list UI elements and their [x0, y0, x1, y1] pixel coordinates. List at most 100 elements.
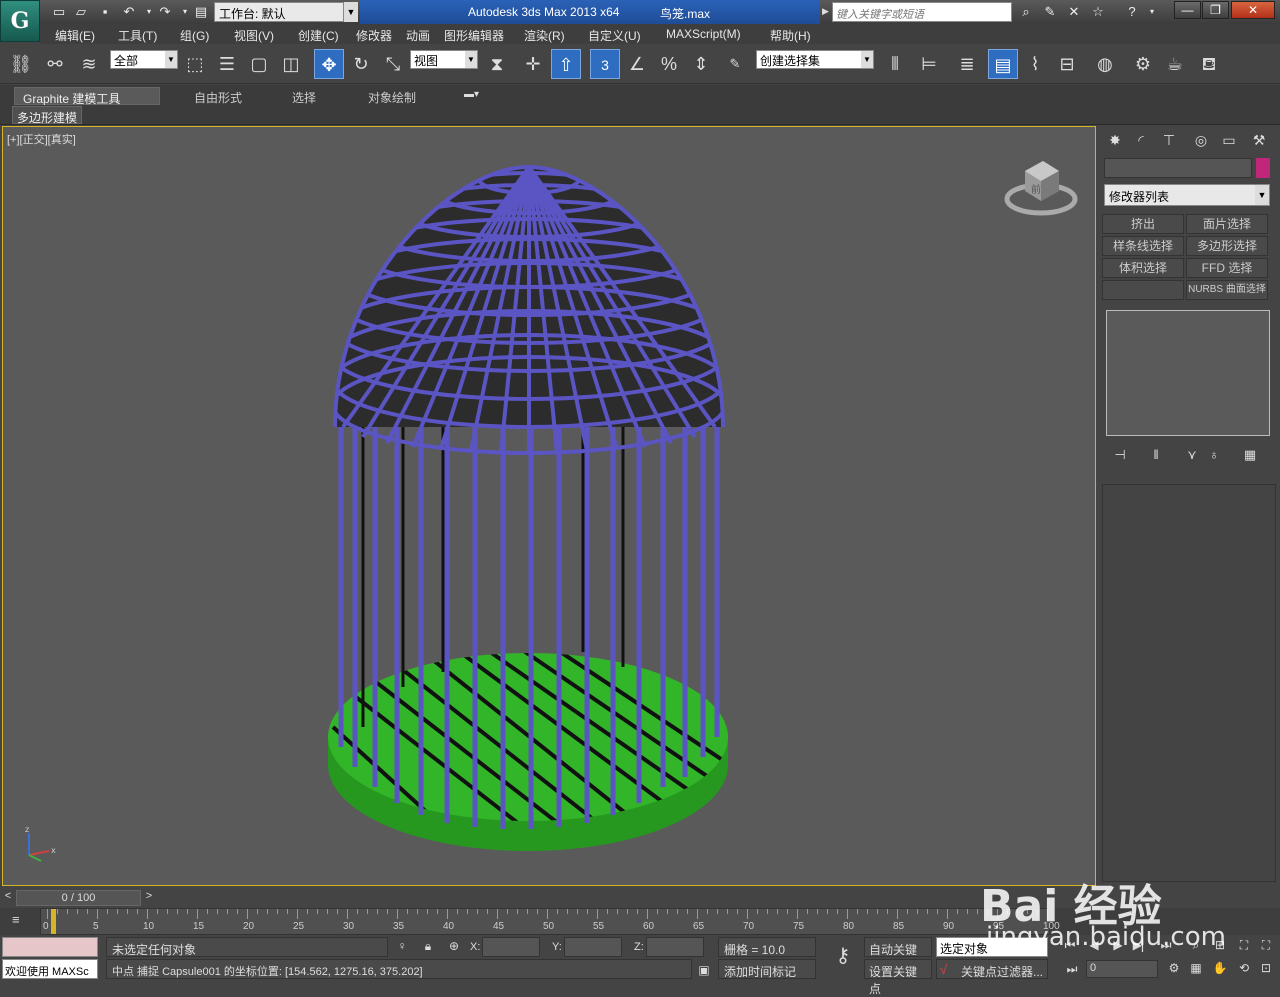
curve-editor-icon[interactable]: ⌇: [1020, 49, 1050, 79]
select-and-rotate-icon[interactable]: ↻: [346, 49, 376, 79]
modifier-stack[interactable]: [1106, 310, 1270, 436]
app-logo-button[interactable]: G: [0, 0, 40, 42]
undo-icon[interactable]: ↶: [120, 3, 138, 21]
align-icon[interactable]: ⊨: [914, 49, 944, 79]
auto-key-button[interactable]: 自动关键点: [864, 937, 932, 974]
menu-rendering[interactable]: 渲染(R): [524, 27, 565, 44]
play-icon[interactable]: ▶: [1108, 938, 1128, 956]
select-and-move-icon[interactable]: ✥: [314, 49, 344, 79]
bind-space-warp-icon[interactable]: ≋: [74, 49, 104, 79]
zoom-all-icon[interactable]: ⊞: [1210, 938, 1230, 956]
extrude-button[interactable]: 挤出: [1102, 214, 1184, 234]
menu-modifiers[interactable]: 修改器: [356, 27, 392, 44]
menu-customize[interactable]: 自定义(U): [588, 27, 641, 44]
display-tab-icon[interactable]: ▭: [1216, 129, 1242, 151]
percent-snap-icon[interactable]: %: [654, 49, 684, 79]
tab-selection[interactable]: 选择: [284, 87, 324, 105]
selection-filter-dropdown[interactable]: 全部 ▼: [110, 50, 178, 69]
minimize-button[interactable]: —: [1174, 1, 1201, 19]
time-slider-prev-icon[interactable]: <: [2, 890, 14, 906]
tab-graphite-modeling[interactable]: Graphite 建模工具: [14, 87, 160, 106]
configure-sets-icon[interactable]: ▦: [1240, 446, 1260, 464]
remove-modifier-icon[interactable]: ♁: [1204, 446, 1224, 464]
poly-select-button[interactable]: 多边形选择: [1186, 236, 1268, 256]
absolute-mode-icon[interactable]: ⊕: [446, 939, 462, 955]
workspace-dropdown[interactable]: 工作台: 默认: [214, 2, 344, 22]
show-end-result-icon[interactable]: ‖: [1146, 446, 1166, 464]
y-coordinate-input[interactable]: [564, 937, 622, 957]
snaps-toggle-icon[interactable]: 3: [590, 49, 620, 79]
communication-icon[interactable]: ✕: [1064, 3, 1084, 21]
orbit-icon[interactable]: ⟲: [1234, 961, 1254, 979]
help-dropdown-icon[interactable]: ▾: [1142, 3, 1162, 21]
go-to-end-icon[interactable]: ⏭: [1156, 938, 1176, 956]
ffd-select-button[interactable]: FFD 选择: [1186, 258, 1268, 278]
nurbs-surface-select-button[interactable]: NURBS 曲面选择: [1186, 280, 1268, 300]
set-key-button[interactable]: 设置关键点: [864, 959, 932, 996]
binoculars-icon[interactable]: ⌕: [1016, 3, 1036, 21]
tab-freeform[interactable]: 自由形式: [186, 87, 250, 105]
modifier-list-dropdown[interactable]: 修改器列表 ▼: [1104, 184, 1270, 206]
redo-icon[interactable]: ↷: [156, 3, 174, 21]
render-setup-icon[interactable]: ⚙: [1128, 49, 1158, 79]
rectangular-selection-icon[interactable]: ▢: [244, 49, 274, 79]
select-object-icon[interactable]: ⬚: [180, 49, 210, 79]
time-slider-next-icon[interactable]: >: [143, 890, 155, 906]
mirror-icon[interactable]: ⫴: [880, 49, 910, 79]
new-file-icon[interactable]: ▭: [50, 3, 68, 21]
pan-view-icon[interactable]: ✋: [1210, 961, 1230, 979]
favorites-star-icon[interactable]: ☆: [1088, 3, 1108, 21]
pin-stack-icon[interactable]: ⊣: [1110, 446, 1130, 464]
layer-manager-icon[interactable]: ≣: [952, 49, 982, 79]
selection-lock-icon[interactable]: 🔒︎: [420, 939, 436, 955]
hierarchy-tab-icon[interactable]: ⊤: [1156, 129, 1182, 151]
open-file-icon[interactable]: ▱: [72, 3, 90, 21]
set-key-icon[interactable]: ⚷: [826, 943, 860, 973]
save-icon[interactable]: ▪: [96, 3, 114, 21]
empty-modifier-button[interactable]: [1102, 280, 1184, 300]
zoom-icon[interactable]: ⌕: [1186, 938, 1206, 956]
maxscript-listener-mini[interactable]: [2, 937, 98, 957]
key-filters-button[interactable]: 关键点过滤器...: [936, 959, 1048, 979]
current-frame-marker[interactable]: [51, 909, 56, 934]
next-frame-icon[interactable]: ▶▏: [1132, 938, 1152, 956]
zoom-extents-icon[interactable]: ⛶: [1234, 938, 1254, 956]
previous-frame-icon[interactable]: ◀: [1084, 938, 1104, 956]
key-target-dropdown[interactable]: 选定对象: [936, 937, 1048, 957]
window-crossing-icon[interactable]: ◫: [276, 49, 306, 79]
menu-tools[interactable]: 工具(T): [118, 27, 157, 44]
edit-named-selection-icon[interactable]: ✎: [720, 49, 750, 79]
spline-select-button[interactable]: 样条线选择: [1102, 236, 1184, 256]
close-button[interactable]: ✕: [1231, 1, 1275, 19]
help-icon[interactable]: ?: [1122, 3, 1142, 21]
polygon-modeling-panel[interactable]: 多边形建模: [12, 106, 83, 125]
material-editor-icon[interactable]: ◍: [1090, 49, 1120, 79]
time-tag-icon[interactable]: ▣: [696, 963, 712, 979]
render-production-icon[interactable]: ⛾: [1194, 49, 1224, 79]
project-folder-icon[interactable]: ▤: [192, 3, 210, 21]
menu-help[interactable]: 帮助(H): [770, 27, 811, 44]
key-mode-icon[interactable]: ⏭: [1062, 962, 1082, 980]
x-coordinate-input[interactable]: [482, 937, 540, 957]
restore-button[interactable]: ❐: [1202, 1, 1229, 19]
motion-tab-icon[interactable]: ◎: [1188, 129, 1214, 151]
schematic-view-icon[interactable]: ⊟: [1052, 49, 1082, 79]
select-by-name-icon[interactable]: ☰: [212, 49, 242, 79]
menu-create[interactable]: 创建(C): [298, 27, 339, 44]
modify-tab-icon[interactable]: ◜: [1128, 129, 1154, 151]
select-and-scale-icon[interactable]: ⤡: [378, 49, 408, 79]
viewcube[interactable]: 前: [1003, 157, 1079, 219]
maxscript-welcome[interactable]: 欢迎使用 MAXSc: [2, 959, 98, 979]
select-and-link-icon[interactable]: ⛓: [6, 49, 36, 79]
menu-group[interactable]: 组(G): [180, 27, 209, 44]
z-coordinate-input[interactable]: [646, 937, 704, 957]
tab-object-paint[interactable]: 对象绘制: [360, 87, 424, 105]
curve-editor-mini-icon[interactable]: ≡: [12, 912, 20, 927]
add-time-tag-button[interactable]: 添加时间标记: [718, 959, 816, 979]
menu-views[interactable]: 视图(V): [234, 27, 274, 44]
select-manipulate-icon[interactable]: ✛: [518, 49, 548, 79]
object-color-swatch[interactable]: [1256, 158, 1270, 178]
unlink-icon[interactable]: ⚯: [40, 49, 70, 79]
isolate-selection-icon[interactable]: ♀: [394, 939, 410, 955]
search-input[interactable]: 键入关键字或短语: [832, 2, 1012, 22]
